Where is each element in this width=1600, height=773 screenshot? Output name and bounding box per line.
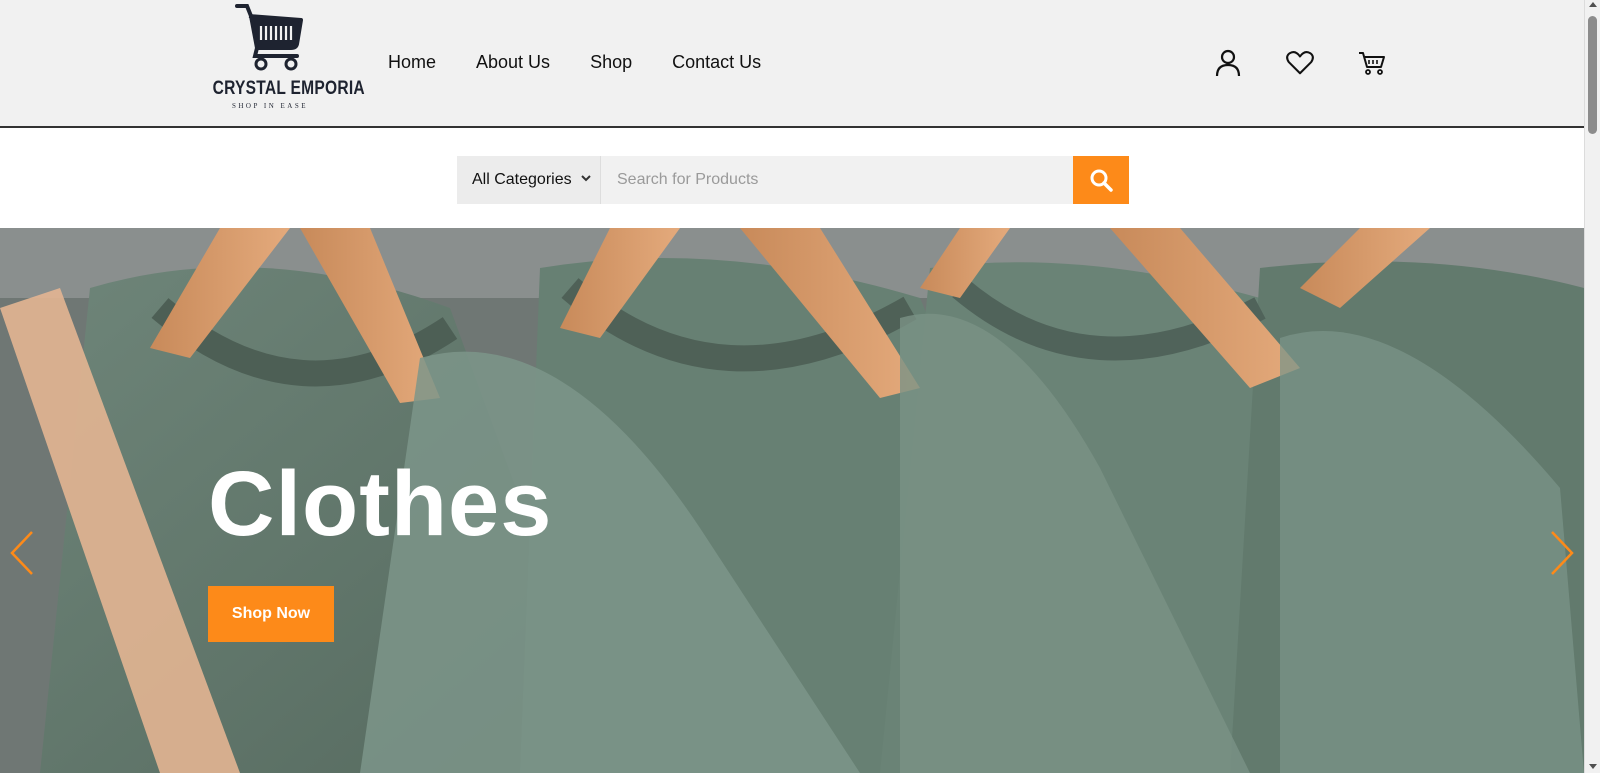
nav-about-us[interactable]: About Us xyxy=(476,52,550,73)
nav-shop[interactable]: Shop xyxy=(590,52,632,73)
header-actions xyxy=(1214,49,1386,77)
search-input[interactable] xyxy=(601,156,1073,204)
heart-icon[interactable] xyxy=(1286,49,1314,77)
search-button[interactable] xyxy=(1073,156,1129,204)
site-header: CRYSTAL EMPORIA SHOP IN EASE Home About … xyxy=(0,0,1584,128)
category-selected-label: All Categories xyxy=(472,171,572,188)
brand-tagline: SHOP IN EASE xyxy=(231,102,309,110)
scroll-down-icon[interactable] xyxy=(1589,764,1597,769)
cart-icon[interactable] xyxy=(1358,49,1386,77)
chevron-down-icon xyxy=(581,175,591,182)
nav-home[interactable]: Home xyxy=(388,52,436,73)
category-select[interactable]: All Categories xyxy=(457,156,601,204)
search-bar: All Categories xyxy=(457,156,1129,204)
scroll-thumb[interactable] xyxy=(1588,16,1597,134)
chevron-left-icon[interactable] xyxy=(8,528,38,578)
hero-title: Clothes xyxy=(208,453,553,555)
hero-slider: Clothes Shop Now xyxy=(0,228,1584,773)
search-band: All Categories xyxy=(0,128,1584,228)
brand-logo[interactable]: CRYSTAL EMPORIA SHOP IN EASE xyxy=(200,2,365,126)
user-icon[interactable] xyxy=(1214,49,1242,77)
shop-now-button[interactable]: Shop Now xyxy=(208,586,334,642)
chevron-right-icon[interactable] xyxy=(1546,528,1576,578)
nav-contact-us[interactable]: Contact Us xyxy=(672,52,761,73)
main-nav: Home About Us Shop Contact Us xyxy=(388,52,801,73)
search-icon xyxy=(1090,169,1113,192)
brand-name: CRYSTAL EMPORIA xyxy=(212,78,365,99)
scroll-up-icon[interactable] xyxy=(1589,2,1597,7)
cart-logo-icon xyxy=(235,4,303,71)
page-scrollbar[interactable] xyxy=(1584,0,1600,773)
